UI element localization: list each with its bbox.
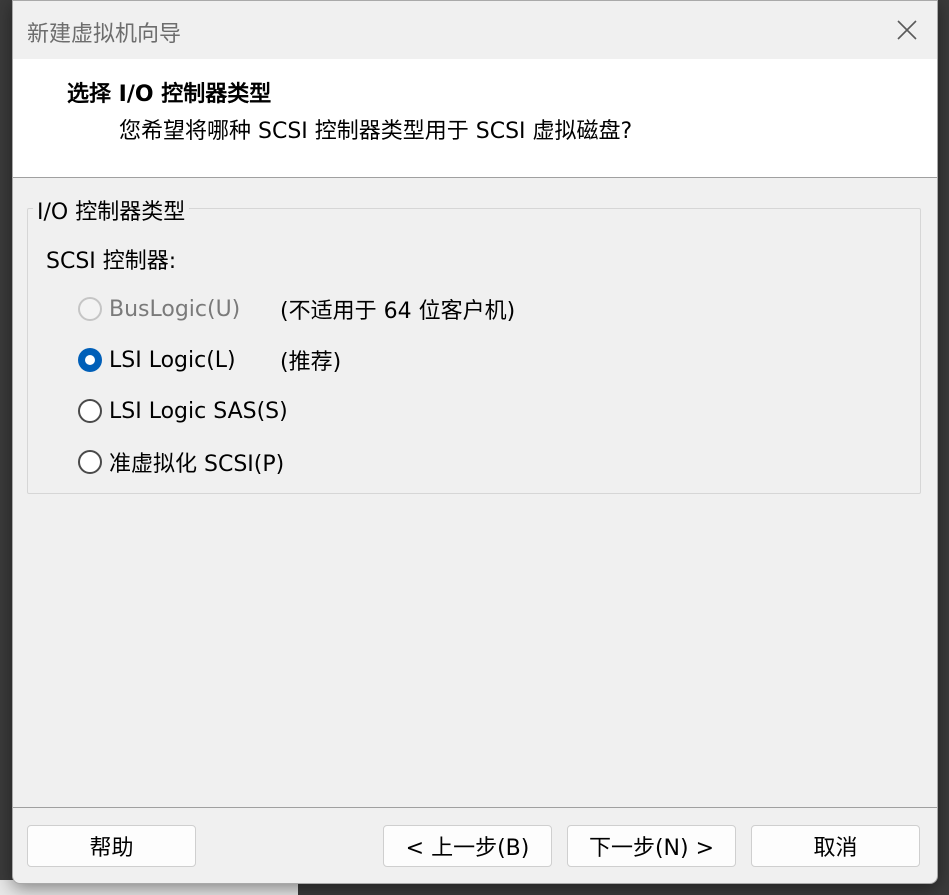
wizard-header: 选择 I/O 控制器类型 您希望将哪种 SCSI 控制器类型用于 SCSI 虚拟… bbox=[13, 59, 937, 178]
radio-label: LSI Logic(L) bbox=[109, 347, 236, 373]
lsi-logic-note: (推荐) bbox=[280, 350, 342, 375]
radio-label: BusLogic(U) bbox=[109, 296, 241, 322]
page-title: 选择 I/O 控制器类型 bbox=[67, 82, 272, 107]
window-title: 新建虚拟机向导 bbox=[27, 22, 182, 47]
radio-button[interactable] bbox=[78, 450, 102, 474]
close-button[interactable] bbox=[885, 9, 929, 51]
buslogic-note: (不适用于 64 位客户机) bbox=[280, 299, 516, 324]
page-subtitle: 您希望将哪种 SCSI 控制器类型用于 SCSI 虚拟磁盘? bbox=[119, 119, 633, 144]
radio-lsi-logic-sas[interactable]: LSI Logic SAS(S) bbox=[78, 394, 288, 428]
groupbox-legend: I/O 控制器类型 bbox=[33, 194, 190, 226]
new-vm-wizard-dialog: 新建虚拟机向导 选择 I/O 控制器类型 您希望将哪种 SCSI 控制器类型用于… bbox=[12, 0, 938, 884]
radio-lsi-logic[interactable]: LSI Logic(L) bbox=[78, 343, 236, 377]
back-button[interactable]: < 上一步(B) bbox=[383, 825, 552, 867]
cancel-button[interactable]: 取消 bbox=[751, 825, 920, 867]
radio-button[interactable] bbox=[78, 297, 102, 321]
radio-button[interactable] bbox=[78, 399, 102, 423]
radio-label: LSI Logic SAS(S) bbox=[109, 398, 288, 424]
footer-divider bbox=[13, 807, 937, 808]
radio-button-selected[interactable] bbox=[78, 348, 102, 372]
radio-paravirtual-scsi[interactable]: 准虚拟化 SCSI(P) bbox=[78, 445, 284, 479]
title-bar: 新建虚拟机向导 bbox=[13, 1, 937, 59]
radio-buslogic[interactable]: BusLogic(U) bbox=[78, 292, 240, 326]
scsi-controller-label: SCSI 控制器: bbox=[46, 249, 177, 274]
next-button[interactable]: 下一步(N) > bbox=[567, 825, 736, 867]
radio-label: 准虚拟化 SCSI(P) bbox=[109, 452, 285, 477]
help-button[interactable]: 帮助 bbox=[27, 825, 196, 867]
radio-dot bbox=[85, 355, 95, 365]
close-icon bbox=[897, 20, 917, 40]
